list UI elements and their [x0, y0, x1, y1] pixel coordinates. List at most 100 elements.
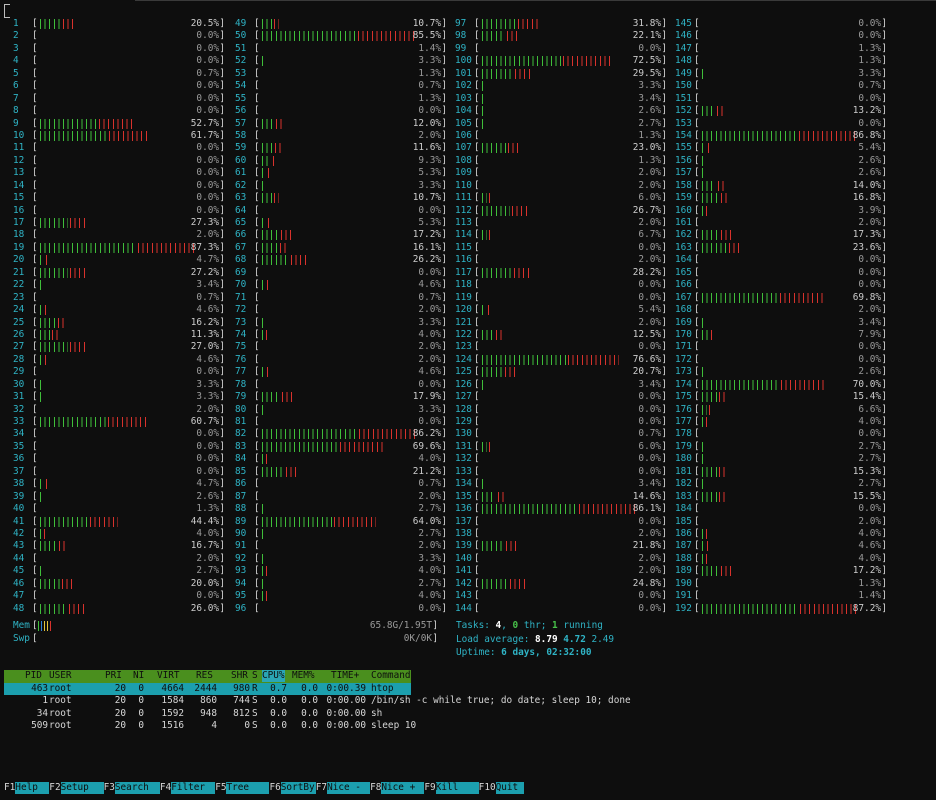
cpu-kernel-fill [484, 479, 486, 490]
cpu-kernel-fill [68, 342, 87, 353]
cpu-id: 150 [675, 80, 692, 92]
bar-close-bracket: ] [441, 18, 447, 29]
table-row[interactable]: 1 root 20 0 1584 860 744 S 0.0 0.0 0:00.00/bin/sh … [4, 695, 936, 708]
col-virt[interactable]: VIRT [157, 670, 180, 682]
cpu-id: 143 [455, 590, 472, 602]
cpu-percent: 2.0% [418, 129, 441, 141]
table-row[interactable]: 34 root 20 0 1592 948 812 S 0.0 0.0 0:00.00 sh [4, 708, 936, 721]
fkey-help[interactable]: F1Help [4, 782, 50, 795]
cpu-percent: 0.0% [196, 428, 219, 440]
cpu-kernel-fill [88, 516, 118, 527]
bar-close-bracket: ] [881, 552, 887, 564]
cpu-kernel-fill [481, 155, 482, 166]
cpu-meter: 11[0.0%] [13, 142, 225, 154]
cpu-id: 185 [675, 515, 692, 527]
cpu-id: 86 [235, 478, 247, 490]
cpu-bar: [86.2%] [254, 428, 447, 440]
cpu-id: 54 [235, 80, 247, 92]
fkey-kill[interactable]: F9Kill [424, 782, 479, 795]
bar-open-bracket: [ [694, 154, 700, 166]
cpu-kernel-fill [273, 143, 281, 154]
cpu-kernel-fill [510, 205, 528, 216]
cpu-kernel-fill [487, 230, 492, 241]
cpu-kernel-fill [705, 541, 708, 552]
cpu-bar: [2.0%] [694, 304, 887, 316]
col-mem[interactable]: MEM% [292, 670, 315, 682]
cpu-id: 43 [13, 540, 25, 552]
cpu-meter: 17[27.3%] [13, 217, 225, 229]
col-state[interactable]: S [252, 670, 258, 682]
table-row[interactable]: 509 root 20 0 1516 4 0 S 0.0 0.0 0:00.00 sleep 10 [4, 720, 936, 733]
bar-close-bracket: ] [219, 552, 225, 564]
bar-close-bracket: ] [661, 42, 667, 54]
cpu-percent: 22.1% [632, 30, 661, 42]
col-cpu[interactable]: CPU% [262, 670, 285, 683]
cpu-meter: 128[0.0%] [455, 404, 667, 416]
fkey-search[interactable]: F3Search [104, 782, 160, 795]
cpu-bar: [0.0%] [694, 254, 887, 266]
cpu-id: 101 [455, 67, 472, 79]
bar-open-bracket: [ [254, 378, 260, 390]
bar-open-bracket: [ [694, 552, 700, 564]
bar-open-bracket: [ [694, 142, 700, 154]
cpu-meter: 88[2.7%] [235, 503, 447, 515]
cpu-percent: 3.4% [638, 378, 661, 390]
bar-close-bracket: ] [441, 565, 447, 577]
table-row[interactable]: 463 root 20 0 4664 2444 980 R 0.7 0.0 0:00.39 htop [4, 682, 411, 695]
bar-open-bracket: [ [474, 179, 480, 191]
fkey-tree[interactable]: F5Tree [215, 782, 270, 795]
bar-open-bracket: [ [694, 67, 700, 79]
cpu-bar: [15.4%] [694, 391, 887, 403]
cpu-bar-fill [480, 155, 482, 166]
cpu-meter: 7[0.0%] [13, 93, 225, 105]
cpu-meter: 31[3.3%] [13, 391, 225, 403]
bar-close-bracket: ] [219, 565, 225, 577]
cpu-bar: [44.4%] [32, 516, 225, 528]
cpu-meter: 53[1.3%] [235, 68, 447, 80]
cpu-id: 162 [675, 229, 692, 241]
cpu-bar-fill [260, 81, 261, 92]
bar-close-bracket: ] [219, 353, 225, 365]
cpu-kernel-fill [263, 504, 265, 515]
col-user[interactable]: USER [49, 670, 72, 682]
tasks-sep: , [501, 620, 507, 631]
cpu-meter: 114[6.7%] [455, 229, 667, 241]
col-time[interactable]: TIME+ [331, 670, 359, 682]
bar-close-bracket: ] [881, 80, 887, 92]
col-res[interactable]: RES [196, 670, 213, 682]
col-shr[interactable]: SHR [231, 670, 248, 682]
cpu-bar-fill [260, 292, 261, 303]
cpu-percent: 0.0% [196, 465, 219, 477]
cpu-percent: 0.0% [638, 241, 661, 253]
fkey-setup[interactable]: F2Setup [49, 782, 104, 795]
cpu-percent: 0.0% [858, 92, 881, 104]
cpu-id: 183 [675, 490, 692, 502]
cpu-bar: [87.3%] [32, 242, 225, 254]
col-pid[interactable]: PID [25, 670, 42, 682]
fkey-filter[interactable]: F4Filter [160, 782, 216, 795]
fkey-sortby[interactable]: F6SortBy [269, 782, 316, 795]
cpu-id: 51 [235, 42, 247, 54]
cpu-id: 55 [235, 92, 247, 104]
bar-open-bracket: [ [474, 453, 480, 465]
col-pri[interactable]: PRI [105, 670, 122, 682]
bar-open-bracket: [ [254, 92, 260, 104]
cpu-id: 141 [455, 565, 472, 577]
col-command[interactable]: Command [371, 670, 411, 682]
cpu-meter: 71[0.7%] [235, 292, 447, 304]
fkey-nice[interactable]: F8Nice + [370, 782, 425, 795]
fkey-nice[interactable]: F7Nice - [316, 782, 371, 795]
fkey-quit[interactable]: F10Quit [479, 782, 524, 795]
cpu-kernel-fill [566, 354, 619, 365]
cpu-percent: 0.0% [858, 428, 881, 440]
cpu-bar: [3.3%] [254, 317, 447, 329]
cpu-bar: [3.9%] [694, 205, 887, 217]
cpu-percent: 0.0% [638, 416, 661, 427]
cpu-bar: [5.3%] [254, 167, 447, 179]
cpu-percent: 0.0% [418, 266, 441, 278]
cpu-id: 131 [455, 440, 472, 452]
cpu-id: 159 [675, 192, 692, 204]
cpu-id: 32 [13, 403, 25, 415]
col-ni[interactable]: NI [133, 670, 144, 682]
bar-open-bracket: [ [694, 602, 700, 614]
